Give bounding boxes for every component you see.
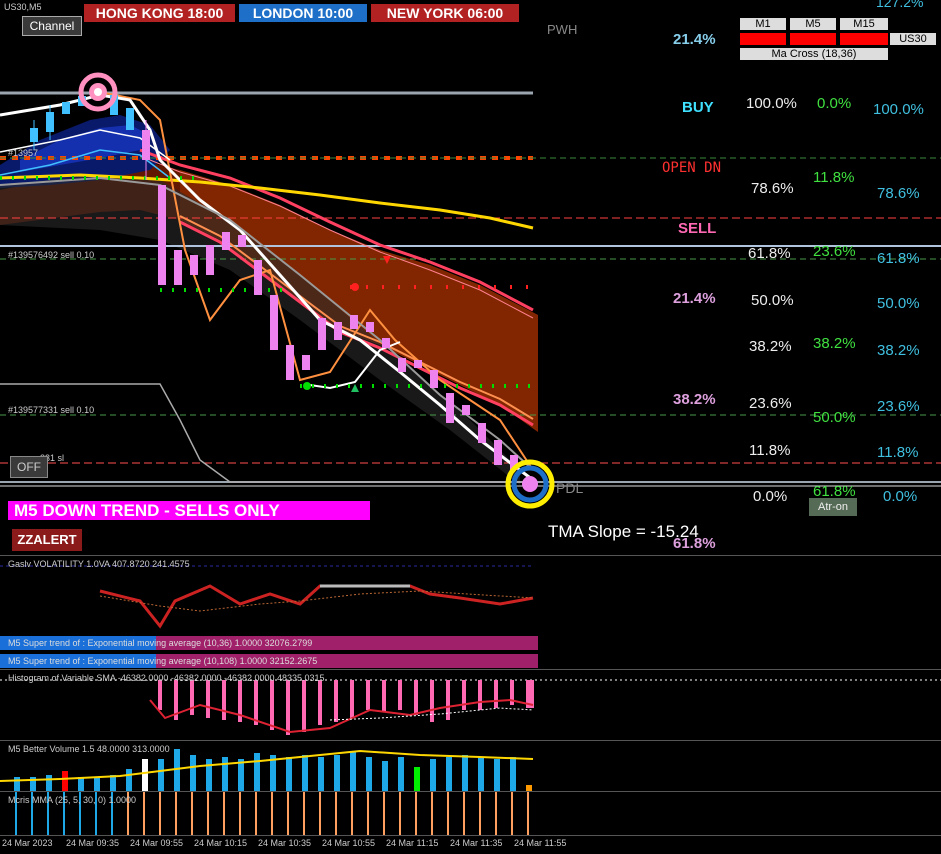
time-tick: 24 Mar 2023	[2, 838, 53, 848]
supertrend-label-2: M5 Super trend of : Exponential moving a…	[8, 656, 318, 666]
volume-pane: M5 Better Volume 1.5 48.0000 313.0000	[0, 740, 941, 791]
off-button[interactable]: OFF	[10, 456, 48, 478]
fib-white-11: 11.8%	[749, 442, 791, 459]
mtf-m15: M15	[840, 18, 888, 30]
fib-cyan-50: 50.0%	[877, 295, 920, 312]
fib-white-0: 0.0%	[753, 488, 788, 505]
fib-cyan-61: 61.8%	[877, 250, 920, 267]
bottom-target-icon	[505, 459, 555, 509]
pwh-label: PWH	[547, 22, 578, 37]
level-open-dn: OPEN DN	[662, 160, 722, 176]
time-tick: 24 Mar 10:15	[194, 838, 248, 848]
mtf-m5-signal	[790, 33, 836, 45]
level-38: 38.2%	[673, 391, 716, 408]
volatility-pane: Gaslv VOLATILITY 1.0VA 407.8720 241.4575	[0, 555, 941, 636]
histogram-pane: Histogram of Variable SMA -46382.0000 -4…	[0, 669, 941, 740]
mtf-m5: M5	[790, 18, 836, 30]
tma-slope: TMA Slope = -15.24	[548, 522, 699, 541]
level-sell: SELL	[678, 220, 717, 237]
fib-cyan-0: 0.0%	[883, 488, 918, 505]
order-label-prefix: #13957	[8, 148, 39, 158]
session-newyork: NEW YORK 06:00	[371, 4, 519, 22]
fib-green-50: 50.0%	[813, 409, 856, 426]
fib-green-23: 23.6%	[813, 243, 856, 260]
time-tick: 24 Mar 09:55	[130, 838, 184, 848]
fib-cyan-100: 100.0%	[873, 101, 924, 118]
session-london: LONDON 10:00	[239, 4, 367, 22]
time-tick: 24 Mar 10:35	[258, 838, 312, 848]
mtf-m1-signal	[740, 33, 786, 45]
histogram-label: Histogram of Variable SMA -46382.0000 -4…	[8, 673, 325, 683]
session-hongkong: HONG KONG 18:00	[84, 4, 235, 22]
atr-button[interactable]: Atr-on	[809, 498, 857, 516]
fib-white-38: 38.2%	[749, 338, 792, 355]
channel-button[interactable]: Channel	[22, 16, 82, 36]
fib-cyan-11: 11.8%	[877, 444, 919, 461]
time-tick: 24 Mar 10:55	[322, 838, 376, 848]
symbol-label: US30,M5	[4, 2, 42, 12]
volatility-label: Gaslv VOLATILITY 1.0VA 407.8720 241.4575	[8, 559, 190, 569]
top-right-pct: 127.2%	[876, 0, 924, 10]
fib-white-78: 78.6%	[751, 180, 794, 197]
time-axis-line	[0, 835, 941, 836]
green-dot	[303, 382, 311, 390]
trend-banner: M5 DOWN TREND - SELLS ONLY	[8, 501, 370, 520]
fib-green-11: 11.8%	[813, 169, 855, 186]
fib-green-0: 0.0%	[817, 95, 852, 112]
mma-label: Mcris MMA (25, 5, 30, 0) 1.0000	[8, 795, 137, 805]
fib-white-23: 23.6%	[749, 395, 792, 412]
mtf-symbol: US30	[890, 33, 936, 45]
time-tick: 24 Mar 11:55	[514, 838, 567, 848]
mma-pane: Mcris MMA (25, 5, 30, 0) 1.0000	[0, 791, 941, 836]
fib-cyan-38: 38.2%	[877, 342, 920, 359]
fib-cyan-23: 23.6%	[877, 398, 920, 415]
level-21-top: 21.4%	[673, 31, 716, 48]
order-label-2[interactable]: #139577331 sell 0.10	[8, 405, 94, 415]
level-21-mid: 21.4%	[673, 290, 716, 307]
time-tick: 24 Mar 11:15	[386, 838, 439, 848]
volume-label: M5 Better Volume 1.5 48.0000 313.0000	[8, 744, 170, 754]
fib-green-38: 38.2%	[813, 335, 856, 352]
fib-cyan-78: 78.6%	[877, 185, 920, 202]
zzalert-button[interactable]: ZZALERT	[12, 529, 82, 551]
mtf-m1: M1	[740, 18, 786, 30]
fib-white-61: 61.8%	[748, 245, 791, 262]
supertrend-label-1: M5 Super trend of : Exponential moving a…	[8, 638, 313, 648]
mtf-m15-signal	[840, 33, 888, 45]
level-buy: BUY	[682, 99, 714, 116]
time-tick: 24 Mar 11:35	[450, 838, 503, 848]
time-tick: 24 Mar 09:35	[66, 838, 120, 848]
pdl-label: PDL	[556, 480, 584, 496]
mma-svg	[15, 792, 529, 836]
order-label-1[interactable]: #139576492 sell 0.10	[8, 250, 94, 260]
fib-white-50: 50.0%	[751, 292, 794, 309]
mtf-macross: Ma Cross (18,36)	[740, 48, 888, 60]
fib-white-100: 100.0%	[746, 95, 797, 112]
up-arrow-icon	[351, 384, 359, 392]
price-chart[interactable]	[0, 0, 941, 554]
red-dot	[351, 283, 359, 291]
